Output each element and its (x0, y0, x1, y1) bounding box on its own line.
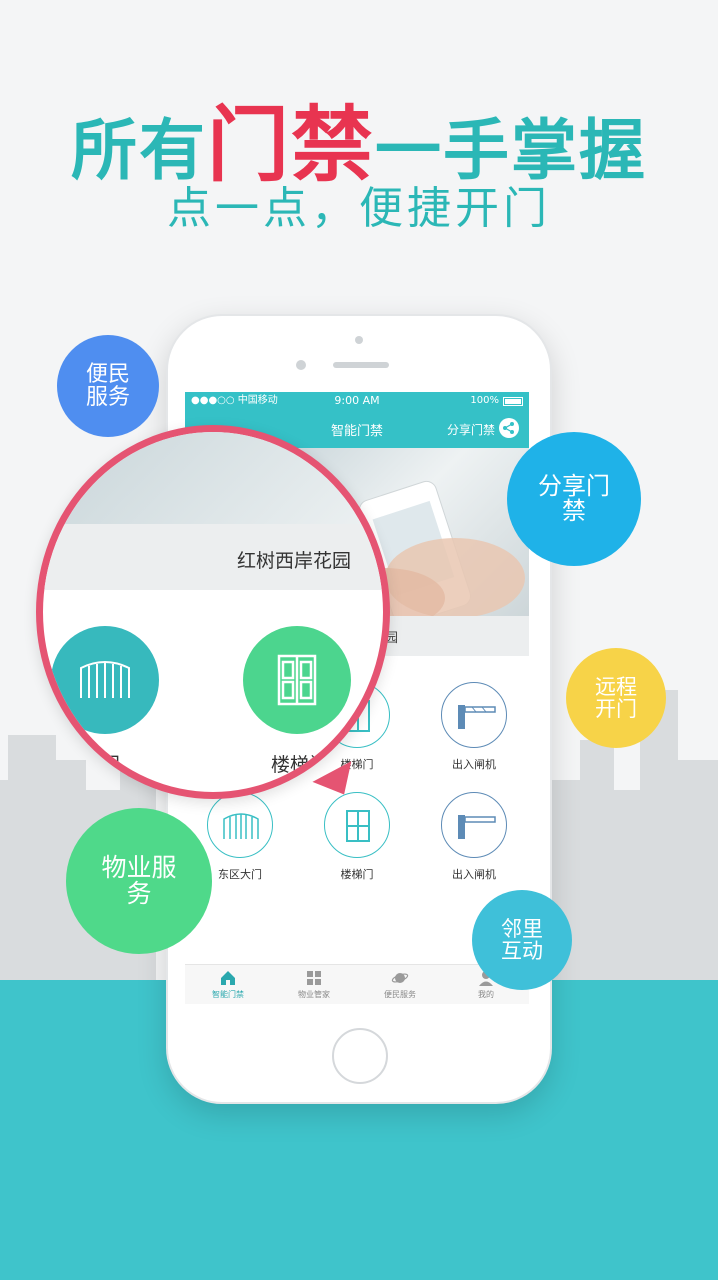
magnifier-callout: 红树西岸花园 区大门 楼梯门 (36, 425, 390, 799)
phone-home-button (332, 1028, 388, 1084)
battery-percent: 100% (470, 395, 499, 406)
tab-label: 我的 (478, 990, 494, 999)
bubble-property-service[interactable]: 物业服务 (66, 808, 212, 954)
grid-item-barrier[interactable]: 出入闸机 (417, 792, 529, 882)
stair-door-icon (277, 654, 317, 706)
tab-label: 智能门禁 (212, 990, 244, 999)
grid-item-label: 楼梯门 (340, 868, 374, 881)
stair-door-icon (324, 792, 390, 858)
tab-property[interactable]: 物业管家 (271, 969, 357, 1000)
tab-smart-access[interactable]: 智能门禁 (185, 969, 271, 1000)
phone-speaker (333, 362, 389, 368)
status-bar: ●●●○○ 中国移动 9:00 AM 100% (185, 392, 529, 410)
grid-item-label: 出入闸机 (452, 758, 496, 771)
bubble-convenience-service[interactable]: 便民服务 (57, 335, 159, 437)
tab-convenience[interactable]: 便民服务 (357, 969, 443, 1000)
stair-door-label: 楼梯门 (271, 754, 329, 776)
tab-label: 便民服务 (384, 990, 416, 999)
grid-icon (305, 969, 323, 987)
share-access-button[interactable]: 分享门禁 (447, 421, 495, 438)
community-title: 红树西岸花园 (237, 550, 352, 572)
tab-bar: 智能门禁 物业管家 便民服务 我的 (185, 964, 529, 1004)
subheadline: 点一点，便捷开门 (167, 183, 551, 234)
barrier-gate-icon (441, 792, 507, 858)
phone-camera (355, 336, 363, 344)
phone-sensor (296, 360, 306, 370)
tab-label: 物业管家 (298, 990, 330, 999)
battery-icon (503, 397, 523, 406)
share-icon[interactable] (499, 418, 519, 438)
planet-icon (391, 969, 409, 987)
gate-button[interactable] (51, 626, 159, 734)
grid-item-stair-door[interactable]: 楼梯门 (300, 792, 414, 882)
magnifier-banner (43, 432, 383, 524)
barrier-gate-icon (441, 682, 507, 748)
home-icon (219, 969, 237, 987)
grid-item-barrier[interactable]: 出入闸机 (417, 682, 529, 772)
bubble-neighbor-interaction[interactable]: 邻里互动 (472, 890, 572, 990)
bubble-share-access[interactable]: 分享门禁 (507, 432, 641, 566)
stair-door-button[interactable] (243, 626, 351, 734)
gate-icon (207, 792, 273, 858)
grid-item-label: 出入闸机 (452, 868, 496, 881)
bubble-remote-open[interactable]: 远程开门 (566, 648, 666, 748)
gate-label: 区大门 (63, 754, 121, 776)
gate-icon (80, 661, 130, 698)
